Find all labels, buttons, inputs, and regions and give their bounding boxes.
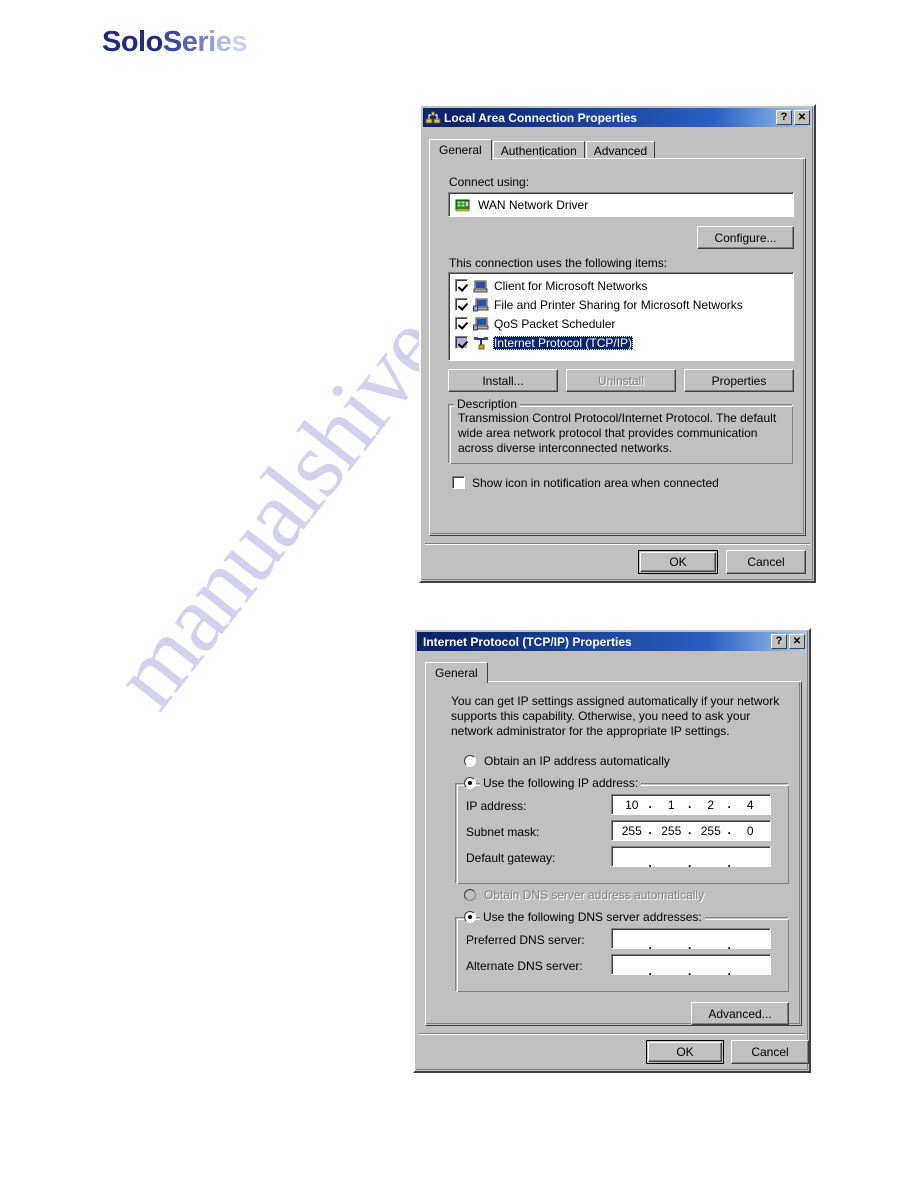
ip-address-field[interactable]: 10 1 2 4: [611, 794, 771, 815]
item-checkbox[interactable]: [455, 317, 468, 330]
close-icon[interactable]: ✕: [789, 634, 805, 649]
dialog2-title: Internet Protocol (TCP/IP) Properties: [423, 634, 632, 649]
list-item[interactable]: File and Printer Sharing for Microsoft N…: [451, 295, 791, 314]
properties-button[interactable]: Properties: [684, 369, 794, 392]
cancel-button[interactable]: Cancel: [731, 1040, 809, 1064]
list-item[interactable]: Client for Microsoft Networks: [451, 276, 791, 295]
alternate-dns-label: Alternate DNS server:: [466, 959, 583, 973]
dialog2-titlebar[interactable]: Internet Protocol (TCP/IP) Properties ? …: [417, 632, 807, 651]
local-area-connection-properties-dialog: Local Area Connection Properties ? ✕ Gen…: [419, 104, 816, 583]
cancel-button[interactable]: Cancel: [726, 550, 806, 574]
advanced-button[interactable]: Advanced...: [691, 1002, 789, 1025]
subnet-octet-1[interactable]: 255: [612, 824, 652, 838]
network-adapter-icon: [455, 197, 471, 213]
ip-address-label: IP address:: [466, 799, 527, 813]
adapter-name: WAN Network Driver: [478, 198, 589, 212]
connect-using-label: Connect using:: [449, 175, 530, 189]
help-button[interactable]: ?: [776, 110, 792, 125]
subnet-octet-4[interactable]: 0: [728, 823, 771, 838]
description-group-title: Description: [454, 397, 521, 411]
dialog1-tabpage: Connect using: WAN Network Driver Config…: [429, 158, 806, 536]
use-dns-radio-label: Use the following DNS server addresses:: [480, 910, 705, 924]
item-checkbox[interactable]: [455, 298, 468, 311]
help-button[interactable]: ?: [771, 634, 787, 649]
items-label: This connection uses the following items…: [449, 256, 668, 270]
dialog2-tabstrip: General: [425, 662, 489, 683]
list-item[interactable]: Internet Protocol (TCP/IP): [451, 333, 791, 352]
protocol-icon: [473, 335, 489, 351]
components-listbox[interactable]: Client for Microsoft Networks File and P…: [448, 272, 794, 361]
description-text: Transmission Control Protocol/Internet P…: [458, 411, 777, 455]
computer-icon: [473, 316, 489, 332]
configure-button-label: Configure...: [714, 230, 777, 245]
use-ip-radio-label: Use the following IP address:: [480, 776, 642, 790]
dialog1-titlebar[interactable]: Local Area Connection Properties ? ✕: [423, 108, 812, 127]
dialog2-separator: [419, 1033, 805, 1035]
use-dns-radio[interactable]: [464, 911, 476, 923]
item-checkbox[interactable]: [455, 279, 468, 292]
properties-button-label: Properties: [711, 373, 767, 388]
brand-logo-solo: Solo: [102, 26, 163, 58]
show-icon-checkbox-label: Show icon in notification area when conn…: [472, 476, 719, 490]
internet-protocol-tcpip-properties-dialog: Internet Protocol (TCP/IP) Properties ? …: [413, 628, 811, 1073]
dialog1-separator: [425, 543, 810, 545]
list-item-label: Client for Microsoft Networks: [494, 278, 648, 293]
brand-logo: SoloSeries: [102, 26, 247, 58]
list-item[interactable]: QoS Packet Scheduler: [451, 314, 791, 333]
ok-button-label: OK: [669, 555, 687, 569]
close-icon[interactable]: ✕: [794, 110, 810, 125]
uninstall-button-label: Uninstall: [597, 373, 645, 388]
ip-octet-1[interactable]: 10: [612, 798, 652, 812]
preferred-dns-field[interactable]: [611, 928, 771, 952]
list-item-label: Internet Protocol (TCP/IP): [493, 335, 634, 350]
dialog2-tabpage: You can get IP settings assigned automat…: [425, 681, 802, 1026]
configure-button[interactable]: Configure...: [697, 226, 794, 249]
obtain-dns-radio: [464, 889, 476, 901]
computer-icon: [473, 297, 489, 313]
alternate-dns-field[interactable]: [611, 954, 771, 978]
subnet-mask-field[interactable]: 255 255 255 0: [611, 820, 771, 841]
install-button-label: Install...: [482, 373, 524, 388]
default-gateway-field[interactable]: [611, 846, 771, 870]
cancel-button-label: Cancel: [747, 555, 785, 569]
cancel-button-label: Cancel: [751, 1045, 789, 1059]
dialog1-tabstrip: General Authentication Advanced: [429, 139, 656, 160]
install-button[interactable]: Install...: [448, 369, 558, 392]
obtain-ip-radio[interactable]: [464, 755, 476, 767]
ok-button[interactable]: OK: [638, 550, 718, 574]
subnet-octet-2[interactable]: 255: [649, 823, 692, 838]
advanced-button-label: Advanced...: [708, 1006, 772, 1021]
adapter-field[interactable]: WAN Network Driver: [448, 192, 794, 217]
use-ip-radio[interactable]: [464, 777, 476, 789]
computer-icon: [473, 278, 489, 294]
preferred-dns-label: Preferred DNS server:: [466, 933, 585, 947]
ip-octet-4[interactable]: 4: [728, 797, 771, 812]
obtain-ip-radio-label: Obtain an IP address automatically: [484, 754, 670, 768]
item-checkbox[interactable]: [455, 336, 468, 349]
show-icon-checkbox[interactable]: [452, 476, 465, 489]
list-item-label: File and Printer Sharing for Microsoft N…: [494, 297, 743, 312]
obtain-dns-radio-label: Obtain DNS server address automatically: [484, 888, 705, 902]
network-connection-icon: [425, 110, 441, 126]
tab-general[interactable]: General: [425, 662, 488, 683]
ok-button-label: OK: [676, 1045, 694, 1059]
tab-general[interactable]: General: [429, 139, 492, 160]
dialog1-title: Local Area Connection Properties: [444, 110, 637, 125]
uninstall-button: Uninstall: [566, 369, 676, 392]
ip-octet-2[interactable]: 1: [649, 797, 692, 812]
intro-text: You can get IP settings assigned automat…: [451, 694, 780, 738]
ip-octet-3[interactable]: 2: [688, 797, 731, 812]
subnet-octet-3[interactable]: 255: [688, 823, 731, 838]
subnet-mask-label: Subnet mask:: [466, 825, 540, 839]
list-item-label: QoS Packet Scheduler: [494, 316, 616, 331]
ok-button[interactable]: OK: [646, 1040, 724, 1064]
default-gateway-label: Default gateway:: [466, 851, 556, 865]
